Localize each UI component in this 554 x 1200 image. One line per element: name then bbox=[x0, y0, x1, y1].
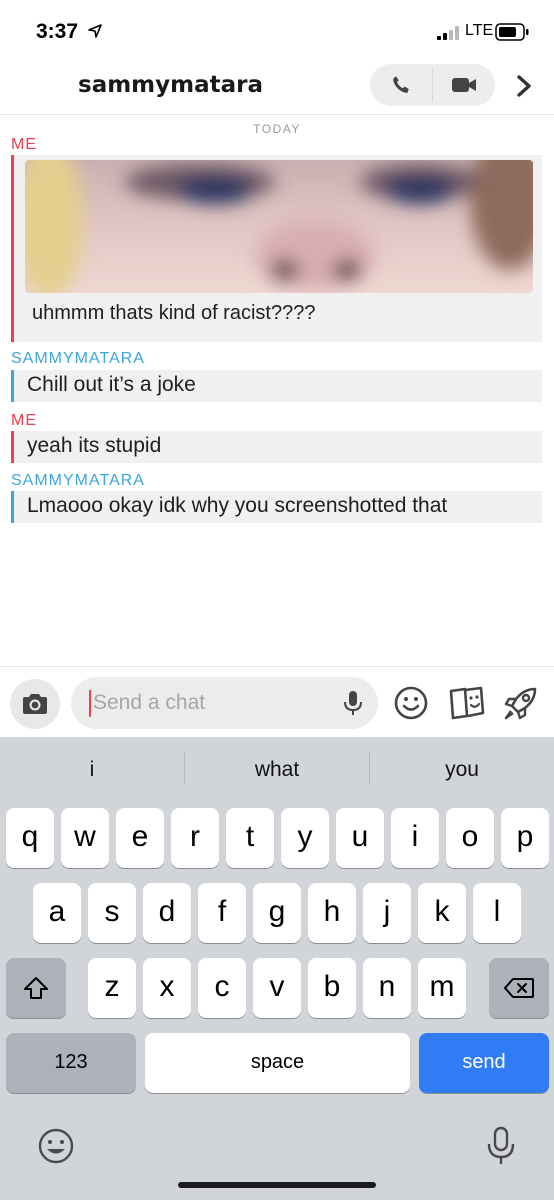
key-x[interactable]: x bbox=[143, 958, 191, 1018]
snap-message[interactable]: uhmmm thats kind of racist???? bbox=[11, 155, 542, 342]
snap-image[interactable] bbox=[25, 160, 533, 293]
chat-message[interactable]: Chill out it’s a joke bbox=[11, 370, 542, 402]
key-u[interactable]: u bbox=[336, 808, 384, 868]
sender-label: ME bbox=[11, 136, 37, 153]
suggestion-item[interactable]: i bbox=[0, 737, 184, 803]
key-d[interactable]: d bbox=[143, 883, 191, 943]
key-y[interactable]: y bbox=[281, 808, 329, 868]
chevron-right-icon bbox=[517, 75, 531, 97]
key-m[interactable]: m bbox=[418, 958, 466, 1018]
key-q[interactable]: q bbox=[6, 808, 54, 868]
status-bar: 3:37 LTE bbox=[0, 0, 554, 60]
stickers-icon[interactable] bbox=[448, 685, 486, 721]
rocket-icon[interactable] bbox=[502, 684, 540, 722]
video-camera-icon bbox=[452, 78, 476, 92]
key-a[interactable]: a bbox=[33, 883, 81, 943]
phone-icon bbox=[393, 76, 409, 93]
shift-key[interactable] bbox=[6, 958, 66, 1018]
call-controls bbox=[370, 64, 495, 106]
network-type: LTE bbox=[465, 22, 494, 39]
sender-label: ME bbox=[11, 412, 37, 429]
send-key[interactable]: send bbox=[419, 1033, 549, 1093]
key-i[interactable]: i bbox=[391, 808, 439, 868]
key-g[interactable]: g bbox=[253, 883, 301, 943]
face-photo-thumbnail bbox=[25, 160, 533, 293]
text-cursor bbox=[89, 690, 91, 717]
battery-icon bbox=[495, 23, 529, 41]
backspace-icon bbox=[504, 978, 534, 998]
chat-message[interactable]: Lmaooo okay idk why you screenshotted th… bbox=[11, 491, 542, 523]
contact-name[interactable]: sammymatara bbox=[78, 72, 263, 98]
key-v[interactable]: v bbox=[253, 958, 301, 1018]
dictation-icon[interactable] bbox=[484, 1126, 518, 1166]
predictive-text-bar: i what you bbox=[0, 737, 554, 803]
key-t[interactable]: t bbox=[226, 808, 274, 868]
chat-input-bar: Send a chat bbox=[0, 666, 554, 737]
chat-input-placeholder: Send a chat bbox=[93, 691, 206, 714]
key-h[interactable]: h bbox=[308, 883, 356, 943]
key-e[interactable]: e bbox=[116, 808, 164, 868]
key-j[interactable]: j bbox=[363, 883, 411, 943]
camera-icon bbox=[23, 694, 47, 714]
home-indicator[interactable] bbox=[178, 1182, 376, 1188]
suggestion-item[interactable]: you bbox=[370, 737, 554, 803]
camera-button[interactable] bbox=[10, 679, 60, 729]
key-p[interactable]: p bbox=[501, 808, 549, 868]
key-r[interactable]: r bbox=[171, 808, 219, 868]
space-key[interactable]: space bbox=[145, 1033, 410, 1093]
key-b[interactable]: b bbox=[308, 958, 356, 1018]
microphone-icon[interactable] bbox=[339, 689, 367, 717]
key-o[interactable]: o bbox=[446, 808, 494, 868]
key-n[interactable]: n bbox=[363, 958, 411, 1018]
chat-message[interactable]: yeah its stupid bbox=[11, 431, 542, 463]
shift-icon bbox=[24, 977, 48, 999]
location-arrow-icon bbox=[88, 24, 102, 38]
smiley-icon[interactable] bbox=[393, 685, 429, 721]
key-k[interactable]: k bbox=[418, 883, 466, 943]
suggestion-item[interactable]: what bbox=[185, 737, 369, 803]
key-f[interactable]: f bbox=[198, 883, 246, 943]
status-time: 3:37 bbox=[36, 20, 79, 43]
key-w[interactable]: w bbox=[61, 808, 109, 868]
key-l[interactable]: l bbox=[473, 883, 521, 943]
day-label: TODAY bbox=[253, 122, 301, 136]
emoji-icon[interactable] bbox=[36, 1126, 76, 1166]
video-call-button[interactable] bbox=[433, 64, 495, 106]
sender-label: SAMMYMATARA bbox=[11, 350, 145, 367]
key-c[interactable]: c bbox=[198, 958, 246, 1018]
chat-forward-button[interactable] bbox=[508, 70, 540, 102]
key-z[interactable]: z bbox=[88, 958, 136, 1018]
signal-icon bbox=[437, 26, 459, 40]
chat-header: sammymatara bbox=[0, 60, 554, 115]
voice-call-button[interactable] bbox=[370, 64, 432, 106]
key-s[interactable]: s bbox=[88, 883, 136, 943]
numbers-key[interactable]: 123 bbox=[6, 1033, 136, 1093]
snap-caption: uhmmm thats kind of racist???? bbox=[32, 302, 316, 324]
sender-label: SAMMYMATARA bbox=[11, 472, 145, 489]
backspace-key[interactable] bbox=[489, 958, 549, 1018]
chat-input-field[interactable]: Send a chat bbox=[71, 677, 378, 729]
keyboard: i what you q w e r t y u i o p a s d f g… bbox=[0, 737, 554, 1200]
